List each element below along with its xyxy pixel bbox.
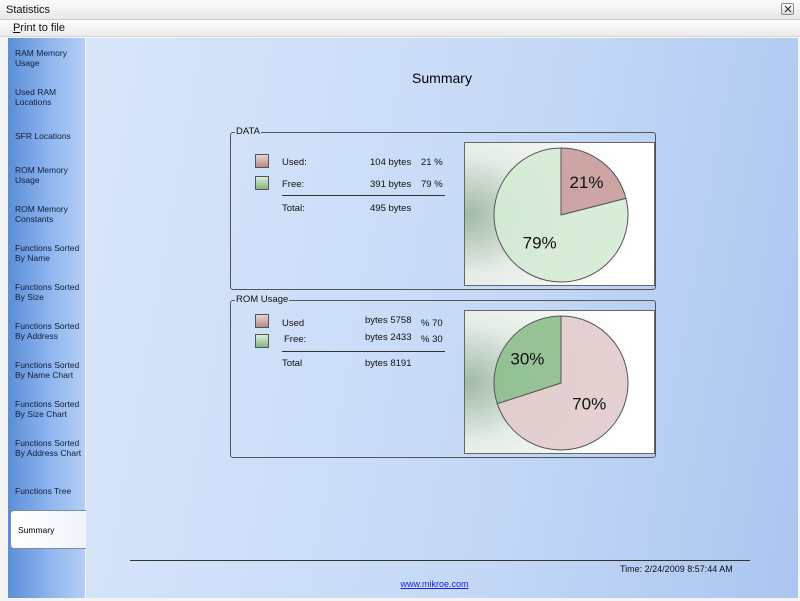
sidebar-item-label: ROM Memory Usage <box>15 164 68 185</box>
rom-total-divider <box>282 351 445 352</box>
data-group: DATA Used: 104 bytes 21 % Free: 391 byte… <box>230 126 656 290</box>
free-swatch <box>255 334 269 348</box>
sidebar-item-rom-memory-constants[interactable]: ROM Memory Constants <box>8 194 85 233</box>
rom-free-label: Free: <box>284 334 307 345</box>
rom-group: ROM Usage Used bytes 5758 % 70 Free: byt… <box>230 294 656 458</box>
data-total-value: 495 bytes <box>370 203 412 214</box>
close-icon <box>784 5 792 13</box>
print-to-file-menu[interactable]: Print to file <box>13 22 65 34</box>
sidebar-item-label: Functions Tree <box>15 485 72 496</box>
rom-total-value: bytes 8191 <box>365 358 412 369</box>
used-swatch <box>255 154 269 168</box>
data-used-label: Used: <box>282 157 307 168</box>
pie-label-free: 79% <box>523 234 557 253</box>
data-group-legend: DATA <box>235 126 261 137</box>
data-pie-chart: 21% 79% <box>464 142 655 286</box>
timestamp: Time: 2/24/2009 8:57:44 AM <box>620 564 733 574</box>
main-panel: Summary DATA Used: 104 bytes 21 % Free: … <box>86 38 798 598</box>
free-swatch <box>255 176 269 190</box>
data-free-percent: 79 % <box>421 179 443 190</box>
sidebar-item-sfr-locations[interactable]: SFR Locations <box>8 116 85 155</box>
sidebar-item-label: ROM Memory Constants <box>15 203 68 224</box>
sidebar-item-label: Functions Sorted By Size <box>15 281 80 302</box>
rom-total-label: Total <box>282 358 303 369</box>
data-pie-svg: 21% 79% <box>465 143 654 285</box>
rom-pie-svg: 70% 30% <box>465 311 654 453</box>
rom-pie-chart: 70% 30% <box>464 310 655 454</box>
sidebar-item-functions-by-name-chart[interactable]: Functions Sorted By Name Chart <box>8 350 85 389</box>
sidebar-item-label: Functions Sorted By Address <box>15 320 80 341</box>
sidebar-item-functions-by-address-chart[interactable]: Functions Sorted By Address Chart <box>8 428 85 467</box>
rom-used-label: Used <box>282 318 305 329</box>
sidebar-item-label: Summary <box>18 524 55 535</box>
data-used-value: 104 bytes <box>370 157 412 168</box>
pie-label-used: 21% <box>569 173 603 192</box>
sidebar-item-label: Functions Sorted By Name <box>15 242 80 263</box>
data-total-label: Total: <box>282 203 305 214</box>
close-button[interactable] <box>781 3 794 15</box>
pie-label-free: 30% <box>510 350 544 369</box>
rom-group-legend: ROM Usage <box>235 294 290 305</box>
sidebar-item-ram-memory-usage[interactable]: RAM Memory Usage <box>8 38 85 77</box>
rom-free-percent: % 30 <box>421 334 443 345</box>
sidebar-item-label: SFR Locations <box>15 130 71 141</box>
menu-bar: Print to file <box>0 20 800 37</box>
rom-pie-slices: 70% 30% <box>493 315 629 451</box>
footer-divider <box>130 560 750 561</box>
data-free-value: 391 bytes <box>370 179 412 190</box>
sidebar-item-rom-memory-usage[interactable]: ROM Memory Usage <box>8 155 85 194</box>
sidebar-item-label: Used RAM Locations <box>15 86 57 107</box>
sidebar-item-functions-by-address[interactable]: Functions Sorted By Address <box>8 311 85 350</box>
sidebar-item-used-ram-locations[interactable]: Used RAM Locations <box>8 77 85 116</box>
print-label-rest: rint to file <box>20 22 65 34</box>
page-title: Summary <box>412 70 472 86</box>
sidebar: RAM Memory Usage Used RAM Locations SFR … <box>8 38 87 598</box>
sidebar-item-label: Functions Sorted By Address Chart <box>15 437 82 458</box>
rom-used-percent: % 70 <box>421 318 443 329</box>
sidebar-item-functions-tree[interactable]: Functions Tree <box>8 471 85 510</box>
sidebar-item-label: RAM Memory Usage <box>15 47 67 68</box>
sidebar-item-functions-by-name[interactable]: Functions Sorted By Name <box>8 233 85 272</box>
window-title: Statistics <box>6 4 51 16</box>
sidebar-item-label: Functions Sorted By Name Chart <box>15 359 80 380</box>
website-link[interactable]: www.mikroe.com <box>86 579 783 589</box>
sidebar-item-label: Functions Sorted By Size Chart <box>15 398 80 419</box>
pie-label-used: 70% <box>572 394 606 413</box>
used-swatch <box>255 314 269 328</box>
sidebar-item-functions-by-size-chart[interactable]: Functions Sorted By Size Chart <box>8 389 85 428</box>
data-total-divider <box>282 195 445 196</box>
data-free-label: Free: <box>282 179 305 190</box>
title-bar: Statistics <box>0 0 800 20</box>
rom-used-value: bytes 5758 <box>365 315 412 326</box>
sidebar-item-functions-by-size[interactable]: Functions Sorted By Size <box>8 272 85 311</box>
sidebar-item-summary[interactable]: Summary <box>10 510 87 549</box>
rom-free-value: bytes 2433 <box>365 332 412 343</box>
data-pie-slices: 21% 79% <box>493 147 629 283</box>
data-used-percent: 21 % <box>421 157 443 168</box>
